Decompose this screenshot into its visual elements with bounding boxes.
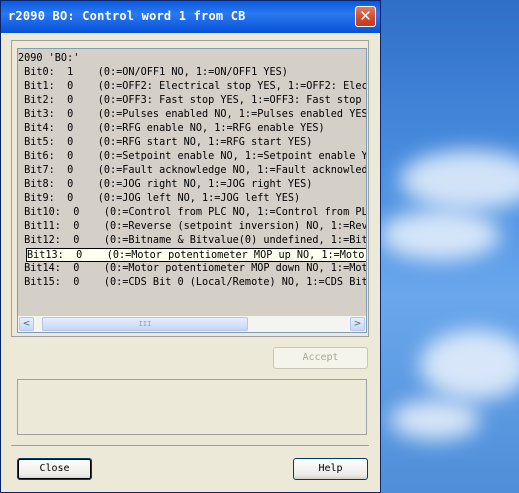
bit-list-content: 2090 'BO:' Bit0: 1 (0:=ON/OFF1 NO, 1:=ON… [18, 49, 366, 316]
list-item[interactable]: Bit10: 0 (0:=Control from PLC NO, 1:=Con… [18, 206, 366, 220]
bit-list[interactable]: 2090 'BO:' Bit0: 1 (0:=ON/OFF1 NO, 1:=ON… [17, 48, 367, 333]
list-item[interactable]: Bit6: 0 (0:=Setpoint enable NO, 1:=Setpo… [18, 150, 366, 164]
scroll-thumb[interactable]: III [42, 317, 248, 331]
list-item[interactable]: Bit3: 0 (0:=Pulses enabled NO, 1:=Pulses… [18, 108, 366, 122]
window-title: r2090 BO: Control word 1 from CB [8, 9, 246, 23]
scroll-right-icon[interactable]: > [350, 317, 365, 331]
list-item[interactable]: Bit13: 0 (0:=Motor potentiometer MOP up … [26, 248, 366, 262]
title-bar[interactable]: r2090 BO: Control word 1 from CB ✕ [1, 1, 380, 33]
list-item[interactable]: Bit11: 0 (0:=Reverse (setpoint inversion… [18, 220, 366, 234]
list-item[interactable]: Bit2: 0 (0:=OFF3: Fast stop YES, 1:=OFF3… [18, 94, 366, 108]
list-item[interactable]: Bit14: 0 (0:=Motor potentiometer MOP dow… [18, 262, 366, 276]
list-item[interactable]: Bit8: 0 (0:=JOG right NO, 1:=JOG right Y… [18, 178, 312, 192]
desktop-cloud [390, 400, 480, 440]
list-item[interactable]: Bit9: 0 (0:=JOG left NO, 1:=JOG left YES… [18, 192, 300, 206]
desktop-cloud [400, 150, 519, 210]
divider [11, 445, 369, 446]
desktop-cloud [380, 210, 500, 260]
help-button[interactable]: Help [293, 458, 368, 480]
list-item[interactable]: Bit15: 0 (0:=CDS Bit 0 (Local/Remote) NO… [18, 276, 366, 290]
list-item[interactable]: Bit0: 1 (0:=ON/OFF1 NO, 1:=ON/OFF1 YES) [18, 66, 288, 80]
list-item[interactable]: Bit4: 0 (0:=RFG enable NO, 1:=RFG enable… [18, 122, 325, 136]
list-item[interactable]: Bit12: 0 (0:=Bitname & Bitvalue(0) undef… [18, 234, 366, 248]
horizontal-scrollbar[interactable]: < III > [18, 315, 366, 332]
dialog-window: r2090 BO: Control word 1 from CB ✕ 2090 … [0, 0, 381, 493]
close-button[interactable]: Close [17, 458, 92, 480]
list-item[interactable]: Bit5: 0 (0:=RFG start NO, 1:=RFG start Y… [18, 136, 312, 150]
close-icon[interactable]: ✕ [355, 6, 376, 27]
desktop-cloud [420, 330, 519, 400]
list-item[interactable]: Bit7: 0 (0:=Fault acknowledge NO, 1:=Fau… [18, 164, 366, 178]
list-item[interactable]: Bit1: 0 (0:=OFF2: Electrical stop YES, 1… [18, 80, 366, 94]
accept-button[interactable]: Accept [273, 347, 368, 369]
scroll-left-icon[interactable]: < [19, 317, 34, 331]
list-header: 2090 'BO:' [18, 53, 80, 64]
info-area [17, 379, 367, 435]
